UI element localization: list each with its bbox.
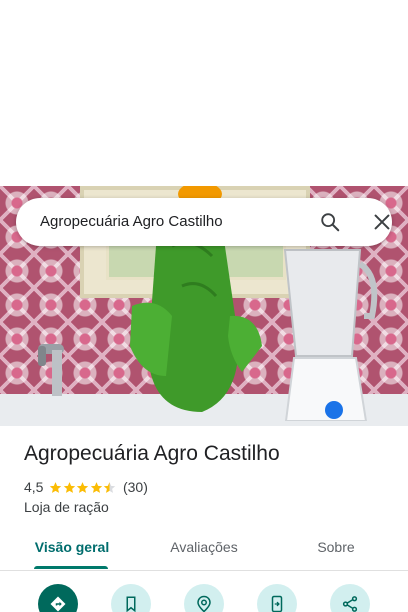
map-area[interactable] [0, 0, 408, 186]
star-icon [77, 481, 89, 493]
close-icon[interactable] [371, 211, 393, 233]
tab-selected-indicator [34, 566, 108, 569]
send-to-phone-button[interactable] [257, 584, 297, 612]
tab-reviews[interactable]: Avaliações [156, 530, 252, 570]
search-query[interactable]: Agropecuária Agro Castilho [40, 198, 223, 246]
tab-overview[interactable]: Visão geral [24, 530, 120, 570]
star-icon [50, 481, 62, 493]
search-bar[interactable]: Agropecuária Agro Castilho [16, 198, 392, 246]
share-icon [342, 596, 358, 612]
photo-blender [283, 249, 378, 421]
directions-button[interactable] [38, 584, 78, 612]
send-to-phone-icon [271, 595, 283, 612]
star-icon [63, 481, 76, 493]
share-button[interactable] [330, 584, 370, 612]
tab-about[interactable]: Sobre [306, 530, 366, 570]
rating-stars [49, 481, 117, 494]
star-half-icon [104, 481, 116, 493]
rating-row[interactable]: 4,5 (30) [24, 479, 148, 495]
place-category[interactable]: Loja de ração [24, 499, 109, 515]
directions-icon [50, 596, 66, 612]
nearby-button[interactable] [184, 584, 224, 612]
rating-value: 4,5 [24, 479, 44, 495]
tab-bar: Visão geral Avaliações Sobre [0, 530, 408, 571]
save-button[interactable] [111, 584, 151, 612]
reviews-count[interactable]: (30) [123, 479, 148, 495]
bookmark-icon [126, 596, 136, 612]
place-title: Agropecuária Agro Castilho [24, 442, 280, 465]
star-icon [90, 481, 103, 493]
search-icon[interactable] [319, 211, 341, 233]
nearby-icon [197, 595, 211, 612]
photo-faucet [38, 344, 64, 396]
